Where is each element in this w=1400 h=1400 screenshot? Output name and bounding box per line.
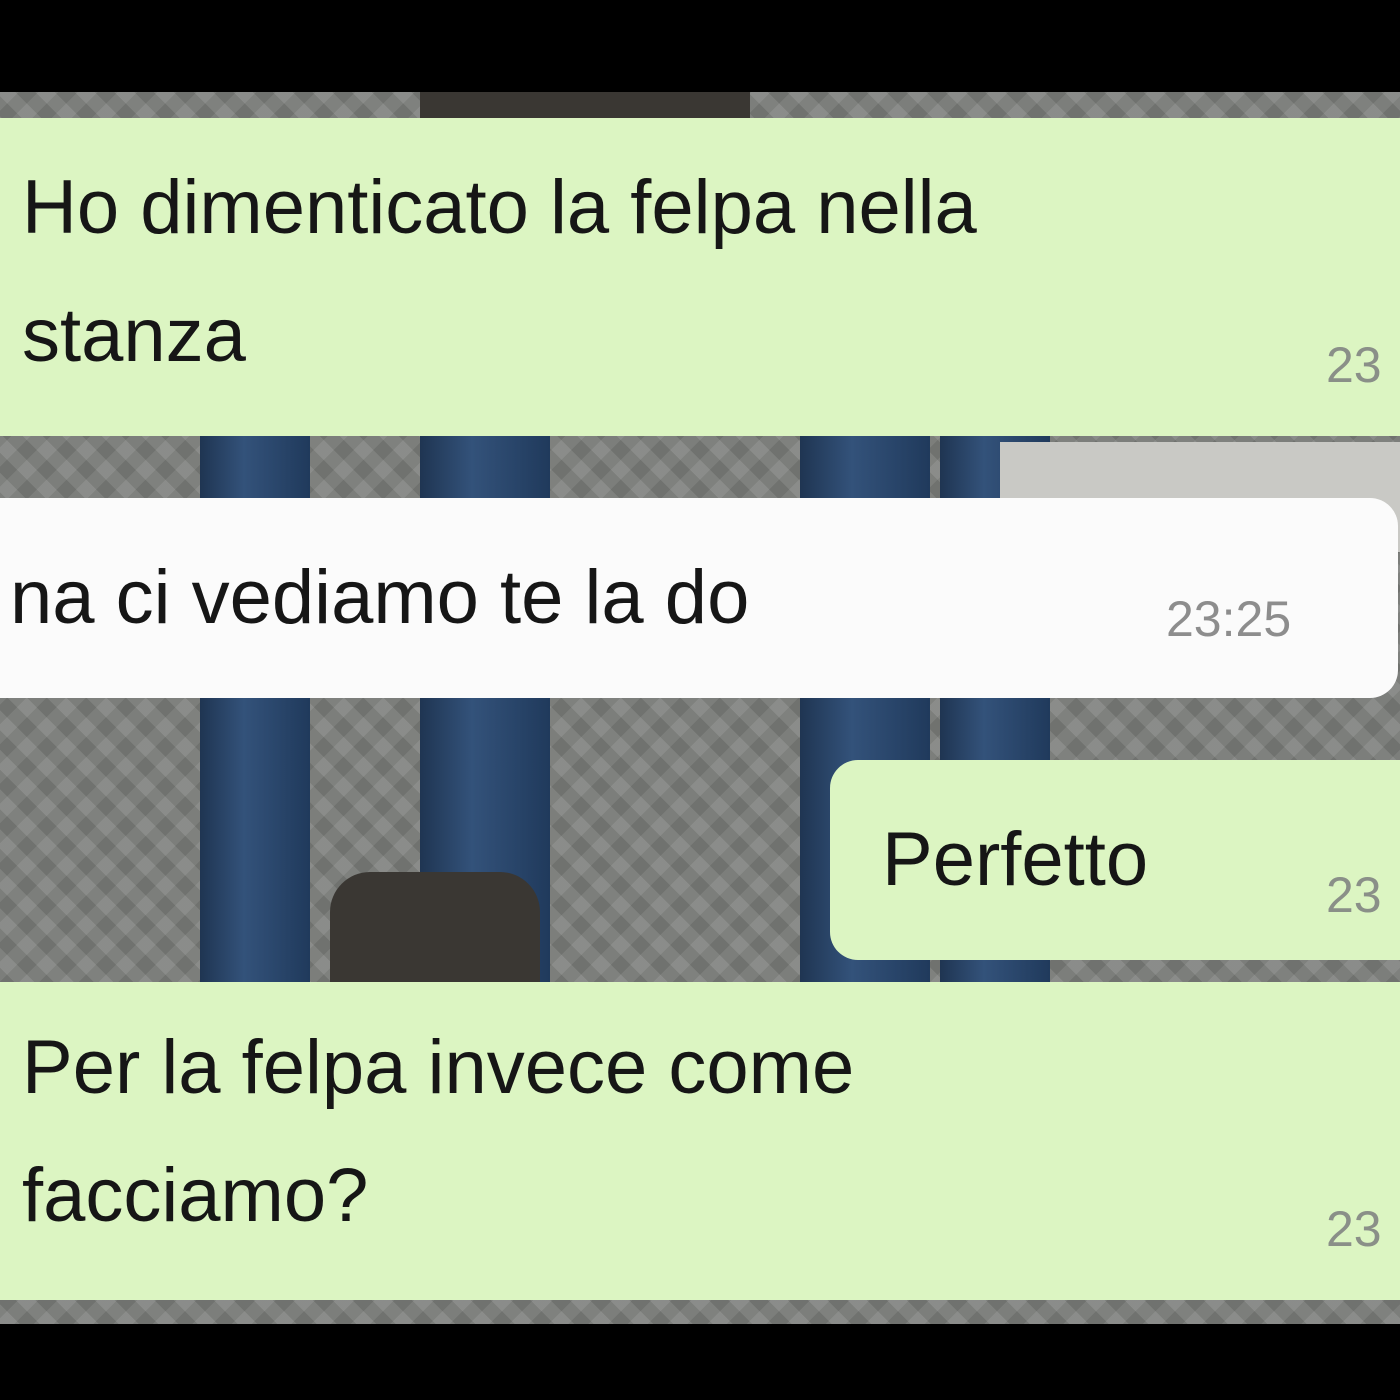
message-bubble-outgoing[interactable]: Per la felpa invece come facciamo? 23 (0, 982, 1400, 1300)
message-timestamp: 23 (1326, 867, 1382, 923)
message-timestamp: 23:25 (1166, 591, 1292, 647)
message-text-line: facciamo? (22, 1153, 369, 1238)
message-text-line: stanza (22, 293, 246, 378)
message-text: na ci vediamo te la do (10, 555, 750, 640)
message-text: Ho dimenticato la felpa nella stanza (22, 144, 977, 400)
message-text-line: Ho dimenticato la felpa nella (22, 165, 977, 250)
chat-screenshot: Ho dimenticato la felpa nella stanza 23 … (0, 0, 1400, 1400)
message-text-line: Per la felpa invece come (22, 1025, 855, 1110)
message-timestamp: 23 (1326, 1201, 1382, 1257)
message-text: Perfetto (882, 817, 1149, 902)
message-bubble-outgoing[interactable]: Ho dimenticato la felpa nella stanza 23 (0, 118, 1400, 436)
message-bubble-incoming[interactable]: na ci vediamo te la do 23:25 (0, 498, 1398, 698)
message-timestamp: 23 (1326, 337, 1382, 393)
message-bubble-outgoing[interactable]: Perfetto 23 (830, 760, 1400, 960)
message-text: Per la felpa invece come facciamo? (22, 1004, 854, 1260)
